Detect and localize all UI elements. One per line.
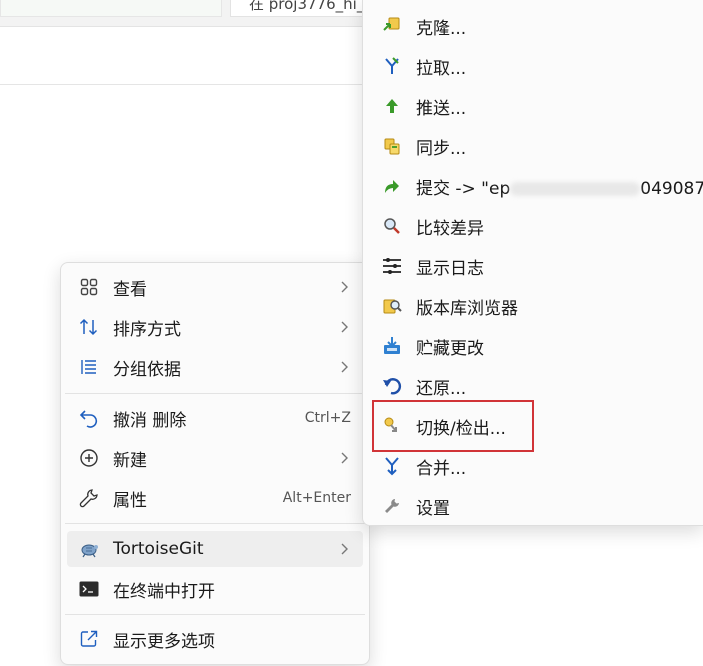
menu-item-label: 撤消 删除 (113, 410, 187, 431)
submenu-item-label: 合并... (416, 458, 467, 479)
undo-icon (77, 406, 101, 430)
clone-icon (381, 15, 403, 37)
plus-circle-icon (77, 446, 101, 470)
submenu-item-repo-browser[interactable]: 版本库浏览器 (363, 286, 703, 326)
menu-item-label: 新建 (113, 450, 147, 471)
menu-item-view[interactable]: 查看 (67, 269, 363, 305)
submenu-item-log[interactable]: 显示日志 (363, 246, 703, 286)
redacted-branch-name (510, 181, 641, 196)
stash-icon (381, 335, 403, 357)
merge-icon (381, 455, 403, 477)
menu-separator (65, 393, 365, 394)
grid-icon (77, 275, 101, 299)
submenu-item-push[interactable]: 推送... (363, 86, 703, 126)
menu-item-new[interactable]: 新建 (67, 440, 363, 476)
submenu-item-label: 设置 (416, 498, 450, 519)
context-menu: 查看 排序方式 分组依据 撤消 删除 Ctrl+Z 新建 属性 Alt+Ente… (60, 262, 370, 665)
menu-item-undo-delete[interactable]: 撤消 删除 Ctrl+Z (67, 400, 363, 436)
menu-item-label: 显示更多选项 (113, 631, 215, 652)
commit-label-prefix: 提交 -> "ep (416, 178, 511, 199)
menu-item-label: 在终端中打开 (113, 581, 215, 602)
menu-item-label: 排序方式 (113, 319, 181, 340)
commit-label-suffix: 049087"... (640, 178, 703, 199)
sync-icon (381, 135, 403, 157)
background-tab-left (0, 0, 222, 17)
menu-item-sort[interactable]: 排序方式 (67, 309, 363, 345)
chevron-right-icon (339, 542, 353, 556)
submenu-item-stash[interactable]: 贮藏更改 (363, 326, 703, 366)
chevron-right-icon (339, 360, 353, 374)
tortoise-icon (77, 537, 101, 561)
submenu-item-sync[interactable]: 同步... (363, 126, 703, 166)
background-divider (0, 84, 362, 85)
menu-item-open-terminal[interactable]: 在终端中打开 (67, 571, 363, 607)
wrench-icon (77, 486, 101, 510)
magnifier-icon (381, 215, 403, 237)
submenu-item-label: 同步... (416, 138, 467, 159)
shortcut-label: Alt+Enter (282, 490, 351, 506)
menu-separator (65, 614, 365, 615)
submenu-item-settings[interactable]: 设置 (363, 486, 703, 526)
menu-item-label: 属性 (113, 490, 147, 511)
submenu-item-label: 克隆... (416, 18, 467, 39)
sort-arrows-icon (77, 315, 101, 339)
submenu-item-label: 还原... (416, 378, 467, 399)
external-link-icon (77, 627, 101, 651)
revert-icon (381, 375, 403, 397)
menu-item-tortoisegit[interactable]: TortoiseGit (67, 531, 363, 567)
pull-icon (381, 55, 403, 77)
submenu-item-pull[interactable]: 拉取... (363, 46, 703, 86)
submenu-item-clone[interactable]: 克隆... (363, 6, 703, 46)
submenu-item-label: 版本库浏览器 (416, 298, 518, 319)
terminal-icon (77, 577, 101, 601)
settings-wrench-icon (381, 495, 403, 517)
menu-item-label: TortoiseGit (113, 539, 204, 559)
repo-browser-icon (381, 295, 403, 317)
submenu-item-label: 推送... (416, 98, 467, 119)
menu-item-group[interactable]: 分组依据 (67, 349, 363, 385)
submenu-item-label: 贮藏更改 (416, 338, 484, 359)
shortcut-label: Ctrl+Z (304, 410, 351, 426)
log-icon (381, 255, 403, 277)
chevron-right-icon (339, 280, 353, 294)
chevron-right-icon (339, 451, 353, 465)
submenu-item-merge[interactable]: 合并... (363, 446, 703, 486)
list-group-icon (77, 355, 101, 379)
menu-item-label: 查看 (113, 279, 147, 300)
submenu-item-label: 显示日志 (416, 258, 484, 279)
submenu-item-label: 提交 -> "ep 049087"... (416, 174, 703, 199)
submenu-item-label: 比较差异 (416, 218, 484, 239)
menu-separator (65, 523, 365, 524)
push-icon (381, 95, 403, 117)
menu-item-label: 分组依据 (113, 359, 181, 380)
highlight-annotation-box (372, 400, 534, 452)
submenu-item-commit[interactable]: 提交 -> "ep 049087"... (363, 166, 703, 206)
menu-item-properties[interactable]: 属性 Alt+Enter (67, 480, 363, 516)
commit-arrow-icon (381, 175, 403, 197)
menu-item-show-more[interactable]: 显示更多选项 (67, 621, 363, 657)
submenu-item-diff[interactable]: 比较差异 (363, 206, 703, 246)
submenu-item-label: 拉取... (416, 58, 467, 79)
chevron-right-icon (339, 320, 353, 334)
